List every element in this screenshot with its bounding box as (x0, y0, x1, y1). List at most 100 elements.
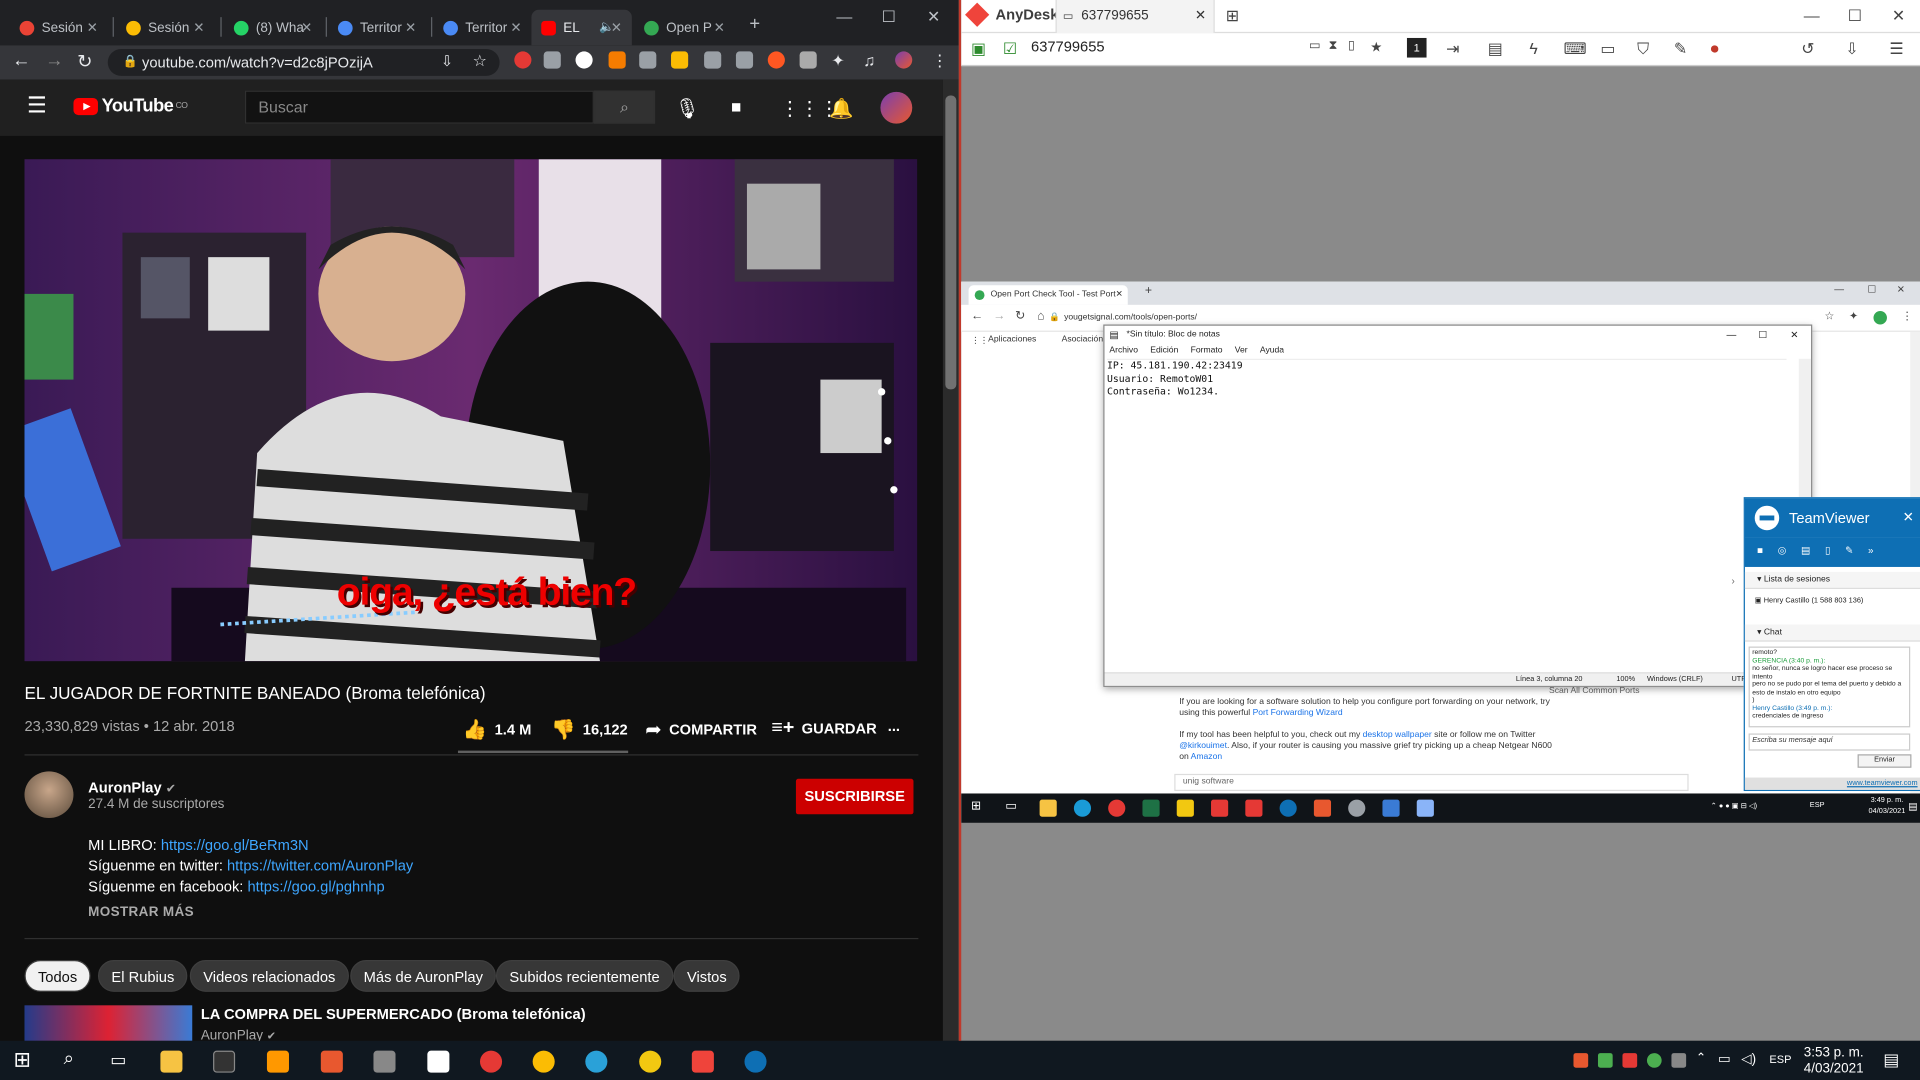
close-tab-icon[interactable]: ✕ (87, 20, 98, 36)
action-center-icon[interactable]: ▤ (1883, 1049, 1899, 1070)
translate-icon[interactable] (543, 51, 561, 69)
remote-tab-open-port[interactable]: Open Port Check Tool - Test Port ✕ (968, 285, 1128, 305)
tools-icon[interactable]: ✎ (1845, 545, 1853, 567)
favorite-star-icon[interactable]: ★ (1370, 39, 1382, 55)
extension-icon[interactable] (767, 51, 785, 69)
extension-icon[interactable] (514, 51, 532, 69)
windows-start-icon[interactable]: ⊞ (971, 800, 981, 813)
bookmark-star-icon[interactable]: ☆ (473, 51, 487, 71)
microphone-icon[interactable]: 🎙 (675, 97, 700, 121)
files-icon[interactable]: ▯ (1825, 545, 1830, 567)
volume-icon[interactable]: ◁) (1741, 1051, 1756, 1067)
send-button[interactable]: Enviar (1857, 754, 1912, 768)
chip-vistos[interactable]: Vistos (673, 960, 741, 992)
profile-avatar[interactable] (895, 51, 913, 69)
menu-icon[interactable]: ⋮ (932, 51, 948, 71)
app-icon[interactable] (320, 1050, 343, 1073)
tab-youtube[interactable]: EL 🔈 ✕ (531, 9, 632, 46)
search-button[interactable]: ⌕ (593, 90, 656, 124)
scan-common-ports[interactable]: Scan All Common Ports (1549, 686, 1640, 697)
menu-formato[interactable]: Formato (1191, 347, 1223, 356)
permissions-icon[interactable]: ⛉ (1637, 39, 1649, 59)
amazon-link[interactable]: Amazon (1191, 753, 1222, 762)
notifications-bell-icon[interactable]: 🔔 (829, 97, 853, 121)
chip-mas-de-auronplay[interactable]: Más de AuronPlay (350, 960, 497, 992)
new-tab-icon[interactable]: ⊞ (1226, 6, 1239, 26)
description-link[interactable]: https://twitter.com/AuronPlay (227, 857, 413, 874)
hourglass-icon[interactable]: ⧗ (1329, 39, 1338, 52)
description-link[interactable]: https://goo.gl/pghnhp (247, 878, 384, 895)
history-icon[interactable]: ↺ (1801, 39, 1814, 59)
bookmark-asociacion[interactable]: Asociación (1062, 336, 1103, 345)
remote-screen[interactable]: Open Port Check Tool - Test Port ✕ + — ☐ … (961, 281, 1920, 823)
reload-button[interactable]: ↻ (77, 50, 92, 72)
photos-icon[interactable] (1382, 799, 1400, 817)
menu-edicion[interactable]: Edición (1150, 347, 1178, 356)
network-icon[interactable]: ▭ (1718, 1051, 1731, 1067)
tray-app-icon[interactable] (1573, 1053, 1589, 1068)
tab-territorio-1[interactable]: Territor ✕ (328, 10, 426, 46)
chip-videos-relacionados[interactable]: Videos relacionados (189, 960, 349, 992)
file-explorer-icon[interactable] (160, 1050, 183, 1073)
check-icon[interactable]: ☑ (1003, 39, 1017, 59)
anydesk-session-tab[interactable]: ▭ 637799655 ✕ (1055, 0, 1215, 34)
close-window-button[interactable]: ✕ (927, 7, 940, 27)
extension-icon[interactable] (735, 51, 754, 69)
search-icon[interactable]: ⌕ (64, 1048, 74, 1069)
session-entry[interactable]: ▣ Henry Castillo (1 588 803 136) (1755, 596, 1864, 605)
close-window-button[interactable]: ✕ (1892, 6, 1905, 26)
chat-icon[interactable]: ▤ (1801, 545, 1810, 567)
task-view-icon[interactable]: ▭ (110, 1049, 126, 1070)
sublime-text-icon[interactable] (266, 1050, 289, 1073)
opera-icon[interactable] (480, 1050, 503, 1073)
edge-icon[interactable] (1073, 799, 1092, 817)
tray-app-icon[interactable] (1671, 1053, 1687, 1068)
profile-avatar[interactable] (1873, 311, 1887, 325)
close-tab-icon[interactable]: ✕ (405, 20, 416, 36)
subscribe-button[interactable]: SUSCRIBIRSE (795, 778, 914, 815)
anydesk-icon[interactable] (1245, 799, 1263, 817)
new-tab-button[interactable]: + (749, 13, 760, 34)
menu-archivo[interactable]: Archivo (1109, 347, 1138, 356)
app-icon[interactable] (427, 1050, 450, 1073)
notepad-icon[interactable] (1416, 799, 1434, 817)
extension-icon[interactable] (639, 51, 657, 69)
system-clock[interactable]: 3:53 p. m. 4/03/2021 (1800, 1046, 1867, 1078)
chip-todos[interactable]: Todos (24, 960, 91, 992)
keyboard-icon[interactable]: ⌨ (1564, 39, 1587, 59)
monitor-select-button[interactable]: 1 (1406, 37, 1427, 58)
video-icon[interactable]: ■ (1757, 545, 1763, 567)
file-transfer-icon[interactable]: ⇥ (1446, 39, 1459, 59)
tray-app-icon[interactable] (1597, 1053, 1613, 1068)
youtube-logo[interactable]: YouTube CO (73, 96, 188, 116)
close-window-button[interactable]: ✕ (1790, 329, 1798, 340)
close-tab-icon[interactable]: ✕ (301, 20, 312, 36)
display-icon[interactable]: ▭ (1309, 39, 1321, 52)
teamviewer-icon[interactable] (744, 1050, 767, 1073)
display-settings-icon[interactable]: ▭ (1600, 39, 1615, 59)
channel-avatar[interactable] (24, 771, 74, 818)
app-icon[interactable] (373, 1050, 396, 1073)
remote-address-field[interactable]: 637799655 (1031, 38, 1105, 55)
forward-button[interactable]: → (45, 50, 63, 71)
anydesk-tray-icon[interactable] (1622, 1053, 1638, 1068)
tab-open-port[interactable]: Open P ✕ (634, 10, 734, 46)
chat-icon[interactable]: ▤ (1488, 39, 1503, 59)
anydesk-icon[interactable] (691, 1050, 714, 1073)
download-icon[interactable]: ⇩ (1845, 39, 1858, 59)
search-input[interactable]: Buscar (244, 90, 594, 124)
account-avatar[interactable] (880, 91, 913, 124)
channel-name[interactable]: AuronPlay ✔ (88, 779, 176, 796)
maximize-button[interactable]: ☐ (1758, 329, 1767, 340)
close-tab-icon[interactable]: ✕ (1116, 285, 1123, 305)
excel-icon[interactable] (1142, 799, 1160, 817)
hamburger-menu-icon[interactable]: ☰ (1889, 39, 1903, 59)
install-icon[interactable]: ⇩ (441, 53, 453, 70)
more-icon[interactable]: » (1868, 545, 1873, 567)
extension-icon[interactable] (608, 51, 626, 69)
file-icon[interactable]: ▯ (1348, 39, 1355, 52)
app-icon[interactable] (1313, 799, 1332, 817)
back-button[interactable]: ← (12, 50, 30, 71)
forward-button[interactable]: → (993, 310, 1005, 323)
notepad-text-area[interactable]: IP: 45.181.190.42:23419 Usuario: RemotoW0… (1106, 358, 1787, 670)
